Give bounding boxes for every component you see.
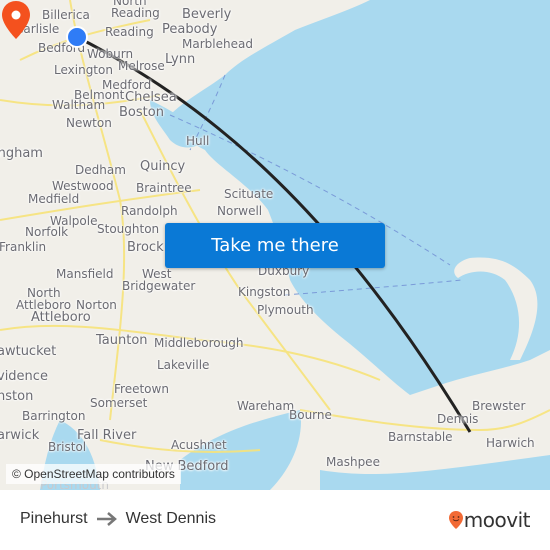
place-label: Dedham — [75, 163, 126, 177]
place-label: Peabody — [162, 22, 218, 37]
place-label: Attleboro — [31, 310, 91, 325]
place-label: Reading — [111, 6, 160, 20]
place-label: Lexington — [54, 63, 113, 77]
place-label: Dennis — [437, 412, 479, 426]
moovit-pin-icon — [448, 511, 463, 529]
place-label: Norfolk — [25, 225, 69, 239]
place-label: Lynn — [165, 52, 196, 67]
place-label: Reading — [105, 25, 154, 39]
place-label: Bridgewater — [122, 279, 196, 293]
place-label: Taunton — [96, 333, 148, 348]
place-label: Billerica — [42, 8, 90, 22]
place-label: Somerset — [90, 396, 148, 410]
place-label: awtucket — [0, 344, 57, 359]
place-label: Franklin — [0, 240, 47, 254]
place-label: Norwell — [217, 204, 263, 218]
place-label: Hull — [186, 134, 210, 148]
place-label: Melrose — [118, 59, 165, 73]
place-label: Waltham — [52, 98, 106, 112]
moovit-logo-text: moovit — [463, 508, 531, 532]
place-label: Barrington — [22, 409, 86, 423]
place-label: ingham — [0, 146, 43, 161]
place-label: Mashpee — [326, 455, 380, 469]
destination-label: West Dennis — [125, 510, 216, 527]
place-label: Westwood — [52, 179, 114, 193]
destination-pin-icon[interactable] — [0, 0, 32, 40]
place-label: Mansfield — [56, 267, 114, 281]
place-label: Harwich — [486, 436, 535, 450]
place-label: Marblehead — [182, 37, 253, 51]
place-label: Boston — [119, 105, 164, 120]
place-label: Brock — [127, 240, 164, 255]
map-attribution[interactable]: © OpenStreetMap contributors — [6, 464, 181, 484]
place-label: Braintree — [136, 181, 192, 195]
place-label: Bristol — [48, 440, 87, 454]
place-label: Kingston — [238, 285, 291, 299]
cape-cod — [454, 257, 538, 360]
place-label: Wareham — [237, 399, 295, 413]
place-label: Stoughton — [97, 222, 160, 236]
place-label: Freetown — [114, 382, 169, 396]
place-label: Lakeville — [157, 358, 210, 372]
route-summary: Pinehurst West Dennis — [20, 510, 216, 528]
right-arrow-icon — [96, 512, 117, 526]
place-label: Quincy — [140, 159, 186, 174]
place-label: Randolph — [121, 204, 178, 218]
place-label: Chelsea — [125, 90, 177, 105]
place-label: Medfield — [28, 192, 80, 206]
start-location-marker[interactable] — [66, 26, 88, 48]
place-label: vidence — [0, 369, 48, 384]
take-me-there-button[interactable]: Take me there — [165, 223, 385, 268]
place-label: Scituate — [224, 187, 274, 201]
place-label: arwick — [0, 428, 40, 443]
place-label: nston — [0, 389, 34, 404]
footer: Pinehurst West Dennis moovit — [0, 490, 550, 550]
place-label: Middleborough — [154, 336, 244, 350]
place-label: Brewster — [472, 399, 526, 413]
place-label: Barnstable — [388, 430, 453, 444]
place-label: Plymouth — [257, 303, 314, 317]
map[interactable]: Billerica North Reading Beverly Carlisle… — [0, 0, 550, 490]
place-label: Bourne — [289, 408, 332, 422]
moovit-logo[interactable]: moovit — [448, 508, 531, 532]
place-label: Acushnet — [171, 438, 227, 452]
place-label: Newton — [66, 116, 112, 130]
place-label: Beverly — [182, 7, 232, 22]
origin-label: Pinehurst — [20, 510, 88, 527]
